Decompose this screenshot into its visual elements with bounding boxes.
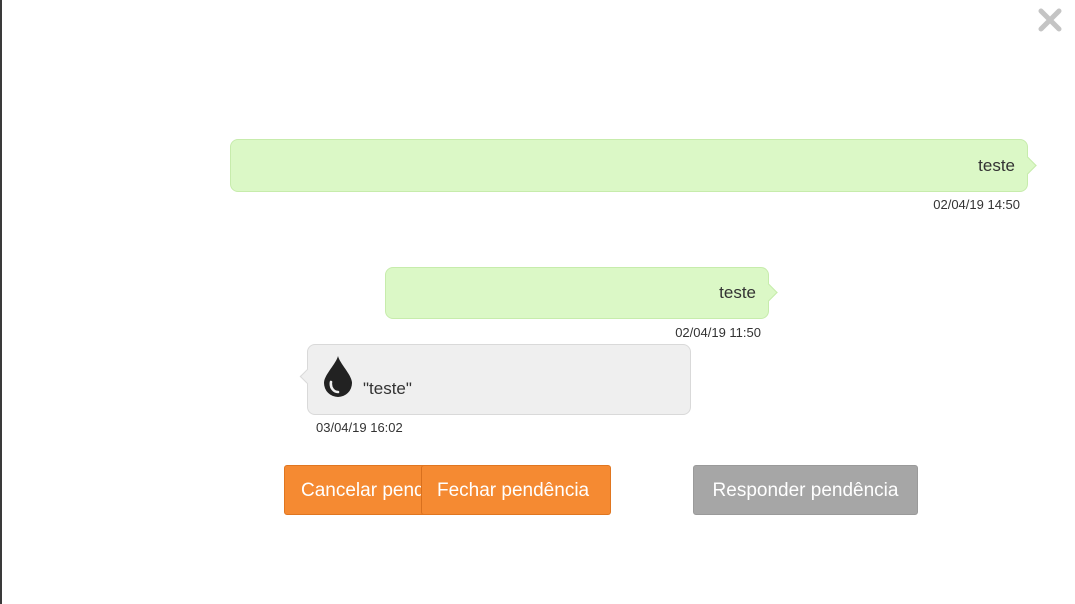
message-timestamp: 02/04/19 11:50 xyxy=(675,325,761,340)
reply-pending-label: Responder pendência xyxy=(712,480,899,501)
close-button[interactable] xyxy=(1036,6,1064,34)
close-pending-button[interactable]: Fechar pendência xyxy=(421,465,611,515)
message-timestamp: 02/04/19 14:50 xyxy=(933,197,1020,212)
close-icon xyxy=(1038,8,1062,32)
window-edge xyxy=(0,0,2,604)
pending-dialog: teste 02/04/19 14:50 teste 02/04/19 11:5… xyxy=(0,0,1075,604)
message-timestamp: 03/04/19 16:02 xyxy=(316,420,403,435)
message-bubble-outgoing: teste xyxy=(230,139,1028,192)
cancel-pending-button[interactable]: Cancelar pendência xyxy=(284,465,444,515)
message-bubble-incoming: "teste" xyxy=(307,344,691,415)
message-text: teste xyxy=(978,155,1015,175)
drop-icon xyxy=(324,356,352,397)
reply-pending-button[interactable]: Responder pendência xyxy=(693,465,918,515)
message-text: teste xyxy=(719,283,756,302)
message-text: "teste" xyxy=(363,379,412,398)
message-bubble-outgoing: teste xyxy=(385,267,769,319)
close-pending-label: Fechar pendência xyxy=(437,480,590,501)
